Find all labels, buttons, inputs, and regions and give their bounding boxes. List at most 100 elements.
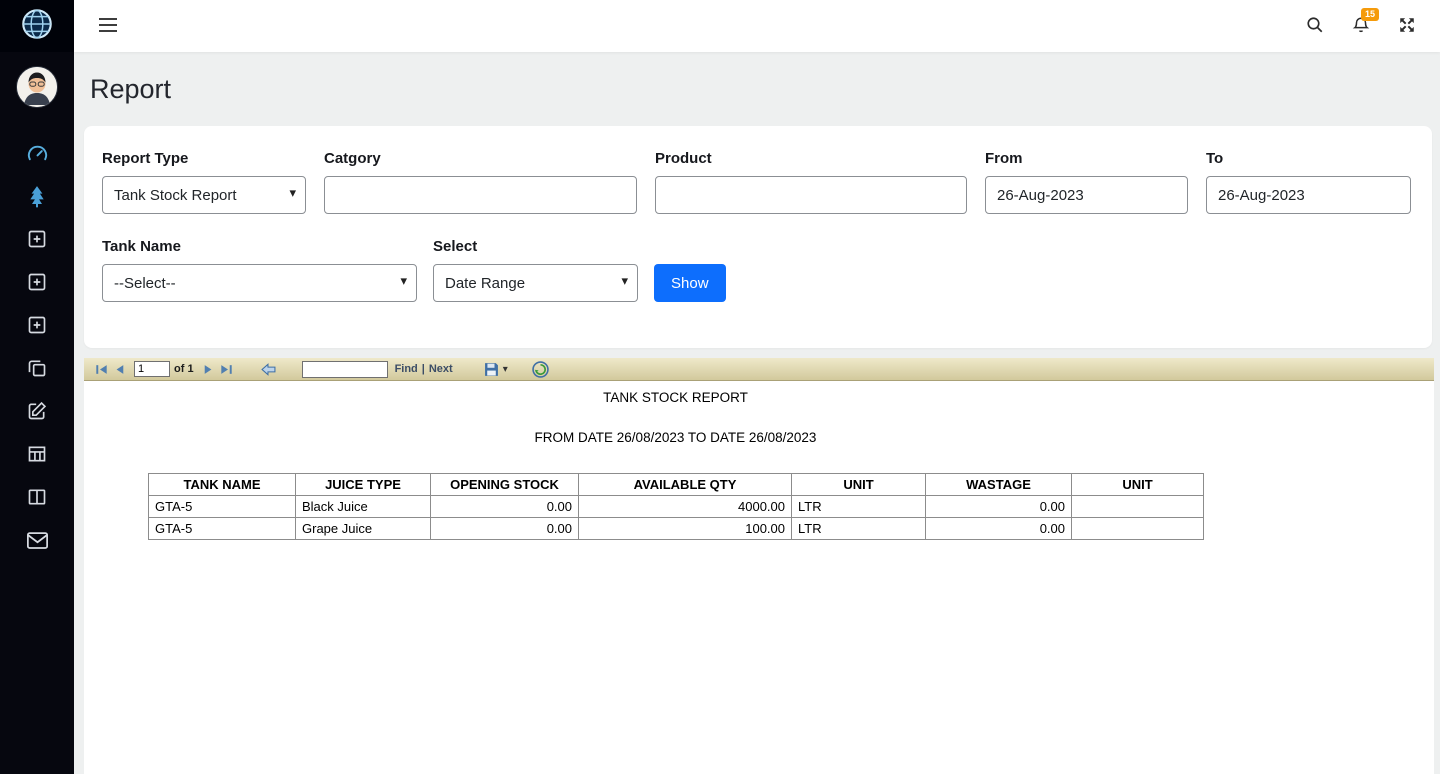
range-select-field: Select Date Range <box>433 238 638 302</box>
report-title: TANK STOCK REPORT <box>148 390 1203 405</box>
sidebar-item-mail[interactable] <box>0 521 74 564</box>
from-date-label: From <box>985 150 1188 167</box>
last-page-icon[interactable] <box>218 360 236 378</box>
fullscreen-button[interactable] <box>1398 16 1416 37</box>
sidebar-item-columns[interactable] <box>0 478 74 521</box>
cell-available-qty: 100.00 <box>579 518 792 540</box>
col-header-unit-1: UNIT <box>792 474 926 496</box>
cell-wastage: 0.00 <box>926 518 1072 540</box>
find-link[interactable]: Find <box>395 363 418 375</box>
plus-square-icon <box>27 229 47 254</box>
page-number-input[interactable] <box>134 361 170 377</box>
cell-available-qty: 4000.00 <box>579 496 792 518</box>
sidebar-item-documents[interactable] <box>0 349 74 392</box>
product-input[interactable] <box>655 176 967 214</box>
report-type-select[interactable]: Tank Stock Report <box>102 176 306 214</box>
show-field: Show <box>654 238 726 302</box>
notification-count-badge: 15 <box>1361 8 1379 21</box>
sidebar-item-add-3[interactable] <box>0 306 74 349</box>
category-field: Catgory <box>324 150 637 214</box>
user-avatar[interactable] <box>16 66 58 108</box>
cell-tank-name: GTA-5 <box>149 518 296 540</box>
table-row: GTA-5 Black Juice 0.00 4000.00 LTR 0.00 <box>149 496 1204 518</box>
page-count-label: of 1 <box>174 363 194 375</box>
col-header-available-qty: AVAILABLE QTY <box>579 474 792 496</box>
copy-icon <box>27 358 47 383</box>
col-header-opening-stock: OPENING STOCK <box>431 474 579 496</box>
show-button[interactable]: Show <box>654 264 726 302</box>
report-table: TANK NAME JUICE TYPE OPENING STOCK AVAIL… <box>148 473 1204 540</box>
cell-juice-type: Black Juice <box>296 496 431 518</box>
envelope-icon <box>27 532 48 554</box>
refresh-icon[interactable] <box>532 360 550 378</box>
to-date-label: To <box>1206 150 1411 167</box>
previous-page-icon[interactable] <box>110 360 128 378</box>
category-input[interactable] <box>324 176 637 214</box>
to-date-input[interactable] <box>1206 176 1411 214</box>
dashboard-gauge-icon <box>26 142 49 170</box>
export-dropdown-caret-icon[interactable]: ▾ <box>503 364 508 375</box>
search-button[interactable] <box>1306 16 1324 37</box>
next-page-icon[interactable] <box>200 360 218 378</box>
find-next-separator: | <box>422 363 425 375</box>
sidebar-item-table[interactable] <box>0 435 74 478</box>
report-viewer: of 1 Find <box>84 358 1434 774</box>
sidebar-item-add-1[interactable] <box>0 220 74 263</box>
cell-tank-name: GTA-5 <box>149 496 296 518</box>
from-date-input[interactable] <box>985 176 1188 214</box>
plus-square-icon <box>27 272 47 297</box>
cell-opening-stock: 0.00 <box>431 518 579 540</box>
find-text-input[interactable] <box>302 361 388 378</box>
tree-icon <box>27 185 47 213</box>
product-field: Product <box>655 150 967 214</box>
first-page-icon[interactable] <box>92 360 110 378</box>
export-save-icon[interactable] <box>483 360 501 378</box>
to-date-field: To <box>1206 150 1411 214</box>
tank-name-label: Tank Name <box>102 238 417 255</box>
table-row: GTA-5 Grape Juice 0.00 100.00 LTR 0.00 <box>149 518 1204 540</box>
next-find-link[interactable]: Next <box>429 363 453 375</box>
columns-icon <box>27 487 47 512</box>
back-to-parent-icon[interactable] <box>260 360 278 378</box>
sidebar <box>0 0 74 774</box>
plus-square-icon <box>27 315 47 340</box>
app-logo <box>0 0 74 52</box>
sidebar-item-add-2[interactable] <box>0 263 74 306</box>
cell-juice-type: Grape Juice <box>296 518 431 540</box>
app-root: 15 Report Report Type <box>0 0 1440 774</box>
tank-name-select[interactable]: --Select-- <box>102 264 417 302</box>
table-icon <box>27 444 47 469</box>
report-toolbar: of 1 Find <box>84 358 1434 381</box>
report-type-field: Report Type Tank Stock Report <box>102 150 306 214</box>
search-icon <box>1306 16 1324 37</box>
report-page: TANK STOCK REPORT FROM DATE 26/08/2023 T… <box>84 381 1434 774</box>
notifications-button[interactable]: 15 <box>1352 15 1370 38</box>
page-title: Report <box>90 74 171 105</box>
col-header-tank-name: TANK NAME <box>149 474 296 496</box>
tank-name-field: Tank Name --Select-- <box>102 238 417 302</box>
cell-wastage: 0.00 <box>926 496 1072 518</box>
sidebar-item-tree[interactable] <box>0 177 74 220</box>
sidebar-item-edit[interactable] <box>0 392 74 435</box>
menu-toggle-button[interactable] <box>98 17 118 36</box>
globe-logo-icon <box>18 5 56 48</box>
range-select[interactable]: Date Range <box>433 264 638 302</box>
col-header-juice-type: JUICE TYPE <box>296 474 431 496</box>
cell-unit-2 <box>1072 496 1204 518</box>
sidebar-item-dashboard[interactable] <box>0 134 74 177</box>
from-date-field: From <box>985 150 1188 214</box>
range-select-label: Select <box>433 238 638 255</box>
category-label: Catgory <box>324 150 637 167</box>
topbar: 15 <box>74 0 1440 52</box>
edit-icon <box>27 401 47 426</box>
report-date-range: FROM DATE 26/08/2023 TO DATE 26/08/2023 <box>148 430 1203 445</box>
col-header-wastage: WASTAGE <box>926 474 1072 496</box>
col-header-unit-2: UNIT <box>1072 474 1204 496</box>
table-header-row: TANK NAME JUICE TYPE OPENING STOCK AVAIL… <box>149 474 1204 496</box>
cell-unit-1: LTR <box>792 496 926 518</box>
report-type-label: Report Type <box>102 150 306 167</box>
sidebar-nav <box>0 134 74 564</box>
product-label: Product <box>655 150 967 167</box>
page-header: Report <box>74 52 1440 126</box>
cell-opening-stock: 0.00 <box>431 496 579 518</box>
